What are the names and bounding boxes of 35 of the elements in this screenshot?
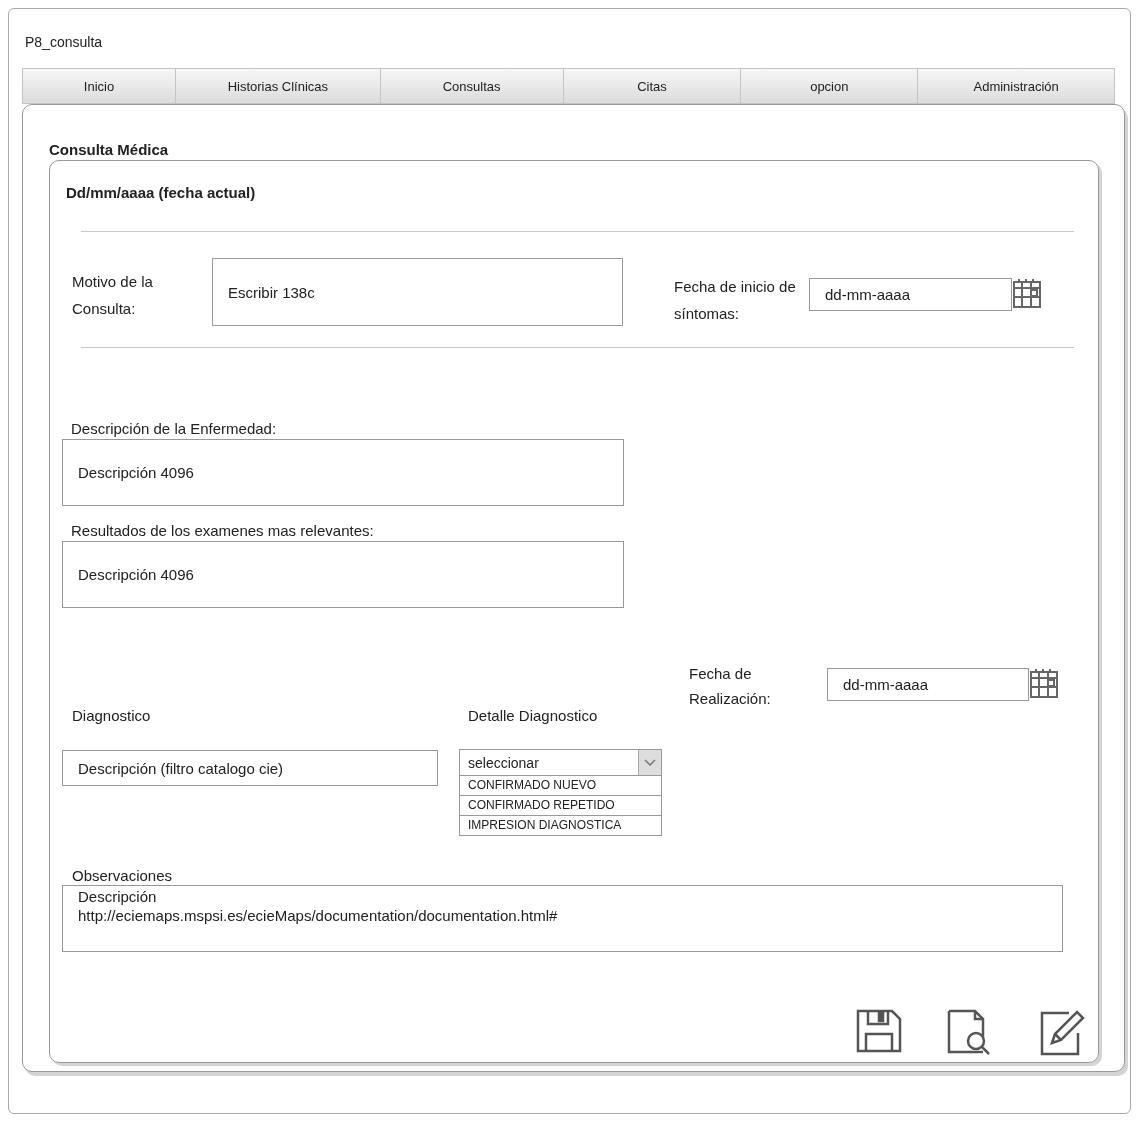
input-field[interactable]: Descripción 4096	[62, 541, 624, 608]
date-heading: Dd/mm/aaaa (fecha actual)	[66, 183, 256, 203]
dropdown-option[interactable]: CONFIRMADO REPETIDO	[459, 796, 662, 816]
field-label: Fecha de inicio de síntomas:	[674, 277, 797, 324]
input-field[interactable]: dd-mm-aaaa	[827, 668, 1029, 701]
field-label: Diagnostico	[72, 706, 151, 726]
section-title: Consulta Médica	[49, 140, 169, 160]
field-label: Descripción de la Enfermedad:	[71, 419, 277, 439]
tab[interactable]: Consultas	[379, 68, 563, 104]
input-field[interactable]: dd-mm-aaaa	[809, 278, 1012, 311]
field-label: Resultados de los examenes mas relevantes:	[71, 521, 374, 541]
field-label: Detalle Diagnostico	[468, 706, 598, 726]
text-line: http://eciemaps.mspsi.es/ecieMaps/documentation/documentation.html#	[78, 906, 558, 925]
field-label: Observaciones	[72, 866, 173, 886]
save-icon[interactable]	[855, 1008, 903, 1054]
calendar-icon[interactable]	[1012, 277, 1042, 309]
calendar-icon[interactable]	[1029, 667, 1059, 699]
input-field[interactable]: Descripción 4096	[62, 439, 624, 506]
chevron-icon	[644, 759, 656, 766]
text-area[interactable]: Descripción http://eciemaps.mspsi.es/ecieMaps/documentation/documentation.html#	[62, 885, 1063, 952]
tab[interactable]: Historias Clínicas	[175, 68, 380, 104]
edit-icon[interactable]	[1039, 1008, 1087, 1056]
tab[interactable]: Citas	[562, 68, 741, 104]
input-field[interactable]: Escribir 138c	[212, 258, 623, 326]
tab[interactable]: opcion	[740, 68, 918, 104]
tab[interactable]: Inicio	[22, 68, 175, 104]
dropdown-option[interactable]: IMPRESION DIAGNOSTICA	[459, 816, 662, 836]
tab[interactable]: Administración	[917, 68, 1115, 104]
input-field[interactable]: Descripción (filtro catalogo cie)	[62, 750, 438, 786]
text-line: Descripción	[78, 887, 157, 906]
select-field[interactable]: seleccionar	[459, 749, 662, 776]
dropdown-option[interactable]: CONFIRMADO NUEVO	[459, 776, 662, 796]
field-label: Fecha de Realización:	[689, 664, 772, 709]
field-label: Motivo de la Consulta:	[72, 272, 154, 319]
window-title: P8_consulta	[25, 33, 103, 51]
